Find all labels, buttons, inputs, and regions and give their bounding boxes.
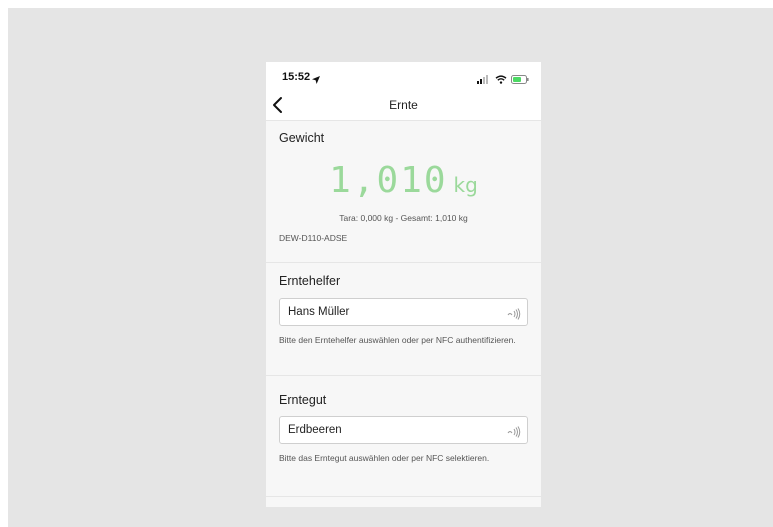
location-arrow-icon <box>312 71 320 89</box>
section-divider <box>266 262 541 263</box>
navigation-bar: Ernte <box>266 90 541 121</box>
crop-section-title: Erntegut <box>279 393 327 407</box>
phone-screen: 15:52 Ernte Gewicht 1,010 kg Tara: 0,000… <box>266 62 541 507</box>
battery-icon <box>511 71 529 89</box>
weight-display: 1,010 kg <box>266 160 541 201</box>
status-time: 15:52 <box>282 71 311 83</box>
helper-hint: Bitte den Erntehelfer auswählen oder per… <box>279 335 516 345</box>
weight-value: 1,010 <box>329 160 448 201</box>
crop-field-value: Erdbeeren <box>288 424 342 436</box>
helper-field-value: Hans Müller <box>288 306 350 318</box>
device-id: DEW-D110-ADSE <box>279 233 348 243</box>
signal-icon <box>477 71 491 89</box>
weight-unit: kg <box>453 173 478 197</box>
wifi-icon <box>495 71 507 89</box>
section-divider <box>266 375 541 376</box>
screenshot-background: 15:52 Ernte Gewicht 1,010 kg Tara: 0,000… <box>8 8 773 527</box>
page-title: Ernte <box>389 98 418 112</box>
weight-details: Tara: 0,000 kg - Gesamt: 1,010 kg <box>339 213 468 223</box>
section-divider <box>266 496 541 497</box>
nfc-icon[interactable] <box>507 307 521 320</box>
status-icons <box>477 71 529 89</box>
helper-section-title: Erntehelfer <box>279 274 341 288</box>
nfc-icon[interactable] <box>507 425 521 438</box>
helper-field[interactable]: Hans Müller <box>279 298 528 326</box>
weight-section-title: Gewicht <box>279 131 325 145</box>
crop-hint: Bitte das Erntegut auswählen oder per NF… <box>279 453 490 463</box>
status-bar: 15:52 <box>266 62 541 90</box>
crop-field[interactable]: Erdbeeren <box>279 416 528 444</box>
